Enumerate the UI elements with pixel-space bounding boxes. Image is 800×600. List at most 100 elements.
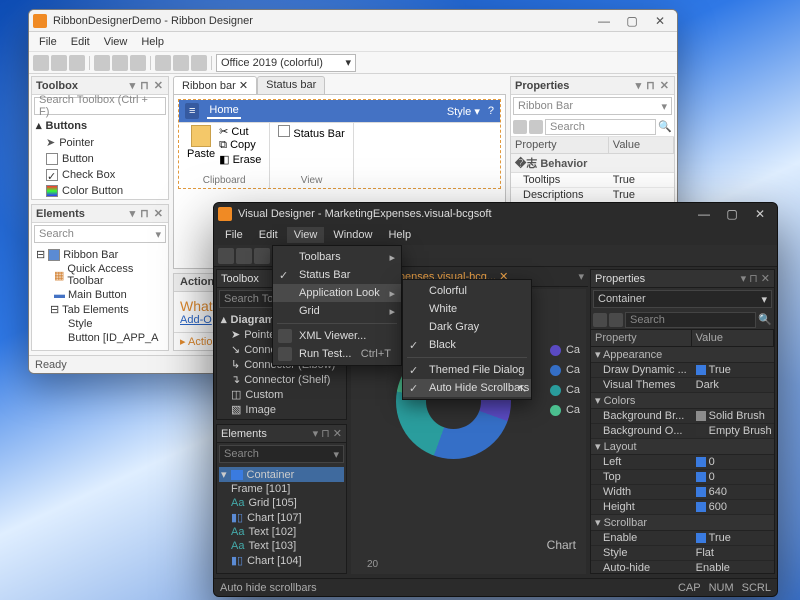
tree-item[interactable]: ⊟ Tab Elements	[36, 302, 164, 317]
elements-search[interactable]: Search▾	[34, 225, 166, 243]
pane-header[interactable]: Elements▾ ⊓ ✕	[217, 425, 346, 443]
pane-controls[interactable]: ▾ ⊓ ✕	[130, 207, 164, 220]
copy-button[interactable]: ⧉ Copy	[219, 139, 261, 152]
menu-item-themed-dialog[interactable]: ✓Themed File Dialog	[403, 361, 531, 379]
tree-item-selected[interactable]: ▾ Container	[219, 467, 344, 482]
property-search[interactable]: Search	[625, 312, 756, 328]
play-icon[interactable]	[173, 55, 189, 71]
menu-item-toolbars[interactable]: Toolbars▸	[273, 248, 401, 266]
style-dropdown[interactable]: Style ▾	[447, 105, 480, 118]
property-row[interactable]: Left0	[591, 455, 774, 470]
actions-link[interactable]: Add-O	[180, 314, 212, 326]
property-row[interactable]: Height600	[591, 500, 774, 515]
toolbox-item[interactable]: Button	[32, 151, 168, 167]
tab-ribbon-bar[interactable]: Ribbon bar ✕	[173, 76, 257, 94]
toolbox-item[interactable]: ▧ Image	[219, 402, 344, 417]
pane-controls[interactable]: ▾ ⊓ ✕	[130, 79, 164, 92]
toolbox-search[interactable]: Search Toolbox (Ctrl + F)	[34, 97, 166, 115]
paste-icon[interactable]	[130, 55, 146, 71]
paste-button[interactable]: Paste	[187, 125, 215, 166]
pane-controls[interactable]: ▾ ⊓ ✕	[313, 427, 342, 440]
tree-item[interactable]: ▦Quick Access Toolbar	[36, 262, 164, 288]
pane-controls[interactable]: ▾ ⊓ ✕	[636, 79, 670, 92]
alpha-icon[interactable]	[609, 313, 623, 327]
tree-item[interactable]: Aa Text [102]	[219, 525, 344, 539]
property-group[interactable]: ▾ Scrollbar	[591, 515, 774, 531]
property-row[interactable]: DescriptionsTrue	[511, 188, 674, 203]
property-row[interactable]: StyleFlat	[591, 546, 774, 561]
wrench-icon[interactable]	[155, 55, 171, 71]
open-icon[interactable]	[51, 55, 67, 71]
property-group[interactable]: ▾ Colors	[591, 393, 774, 409]
toolbox-item[interactable]: ◫ Custom	[219, 387, 344, 402]
legend-item[interactable]: Ca	[550, 384, 580, 396]
menu-edit[interactable]: Edit	[65, 34, 96, 50]
menu-view[interactable]: View	[287, 227, 325, 243]
object-combo[interactable]: Container▾	[593, 290, 772, 308]
help-icon[interactable]	[191, 55, 207, 71]
property-group[interactable]: ▾ Layout	[591, 439, 774, 455]
cut-button[interactable]: ✂ Cut	[219, 125, 261, 138]
titlebar[interactable]: RibbonDesignerDemo - Ribbon Designer — ▢…	[29, 10, 677, 32]
property-row[interactable]: TooltipsTrue	[511, 173, 674, 188]
new-icon[interactable]	[218, 248, 234, 264]
toolbox-item[interactable]: ➤Pointer	[32, 134, 168, 151]
titlebar[interactable]: Visual Designer - MarketingExpenses.visu…	[214, 203, 777, 225]
new-icon[interactable]	[33, 55, 49, 71]
legend-item[interactable]: Ca	[550, 364, 580, 376]
object-combo[interactable]: Ribbon Bar▾	[513, 97, 672, 115]
pane-header[interactable]: Properties▾ ⊓ ✕	[511, 77, 674, 95]
erase-button[interactable]: ◧ Erase	[219, 153, 261, 166]
menu-item-darkgray[interactable]: Dark Gray	[403, 318, 531, 336]
menu-item-statusbar[interactable]: ✓Status Bar	[273, 266, 401, 284]
theme-combo[interactable]: Office 2019 (colorful)▾	[216, 54, 356, 72]
alpha-icon[interactable]	[529, 120, 543, 134]
pane-controls[interactable]: ▾ ⊓ ✕	[741, 272, 770, 285]
menu-item-xml[interactable]: XML Viewer...	[273, 327, 401, 345]
menu-item-grid[interactable]: Grid▸	[273, 302, 401, 320]
property-row[interactable]: Background O...Empty Brush	[591, 424, 774, 439]
menu-item-white[interactable]: White	[403, 300, 531, 318]
menu-item-colorful[interactable]: Colorful	[403, 282, 531, 300]
toolbox-item[interactable]: Color Button	[32, 183, 168, 199]
search-icon[interactable]: 🔍	[658, 120, 672, 133]
copy-icon[interactable]	[112, 55, 128, 71]
categorized-icon[interactable]	[513, 120, 527, 134]
menu-item-applook[interactable]: Application Look▸	[273, 284, 401, 302]
property-row[interactable]: Visual ThemesDark	[591, 378, 774, 393]
tree-item[interactable]: ▬Main Button	[36, 288, 164, 302]
toolbox-item[interactable]: ↴ Connector (Shelf)	[219, 372, 344, 387]
open-icon[interactable]	[236, 248, 252, 264]
menu-item-black[interactable]: ✓Black	[403, 336, 531, 354]
property-row[interactable]: Width640	[591, 485, 774, 500]
menu-view[interactable]: View	[98, 34, 134, 50]
menu-help[interactable]: Help	[381, 227, 418, 243]
pane-header[interactable]: Properties▾ ⊓ ✕	[591, 270, 774, 288]
home-tab[interactable]: Home	[207, 103, 240, 119]
tree-item[interactable]: Aa Text [103]	[219, 539, 344, 553]
statusbar-checkbox[interactable]: Status Bar	[278, 125, 344, 140]
legend-item[interactable]: Ca	[550, 404, 580, 416]
cut-icon[interactable]	[94, 55, 110, 71]
help-icon[interactable]: ?	[488, 105, 494, 117]
maximize-button[interactable]: ▢	[619, 12, 645, 30]
save-icon[interactable]	[69, 55, 85, 71]
property-row[interactable]: Draw Dynamic ...True	[591, 363, 774, 378]
property-group[interactable]: ▾ Appearance	[591, 347, 774, 363]
minimize-button[interactable]: —	[691, 205, 717, 223]
menu-help[interactable]: Help	[135, 34, 170, 50]
pane-header[interactable]: Toolbox▾ ⊓ ✕	[32, 77, 168, 95]
categorized-icon[interactable]	[593, 313, 607, 327]
property-search[interactable]: Search	[545, 119, 656, 135]
menu-window[interactable]: Window	[326, 227, 379, 243]
menu-edit[interactable]: Edit	[252, 227, 285, 243]
tree-item[interactable]: Button [ID_APP_A	[36, 331, 164, 345]
property-row[interactable]: Top0	[591, 470, 774, 485]
toolbox-item[interactable]: ✓Check Box	[32, 167, 168, 183]
menu-file[interactable]: File	[33, 34, 63, 50]
property-row[interactable]: Background Br...Solid Brush	[591, 409, 774, 424]
property-row[interactable]: EnableTrue	[591, 531, 774, 546]
property-row[interactable]: Auto-hideEnable	[591, 561, 774, 573]
tab-status-bar[interactable]: Status bar	[257, 76, 325, 94]
tree-item[interactable]: ▮▯ Chart [104]	[219, 553, 344, 568]
